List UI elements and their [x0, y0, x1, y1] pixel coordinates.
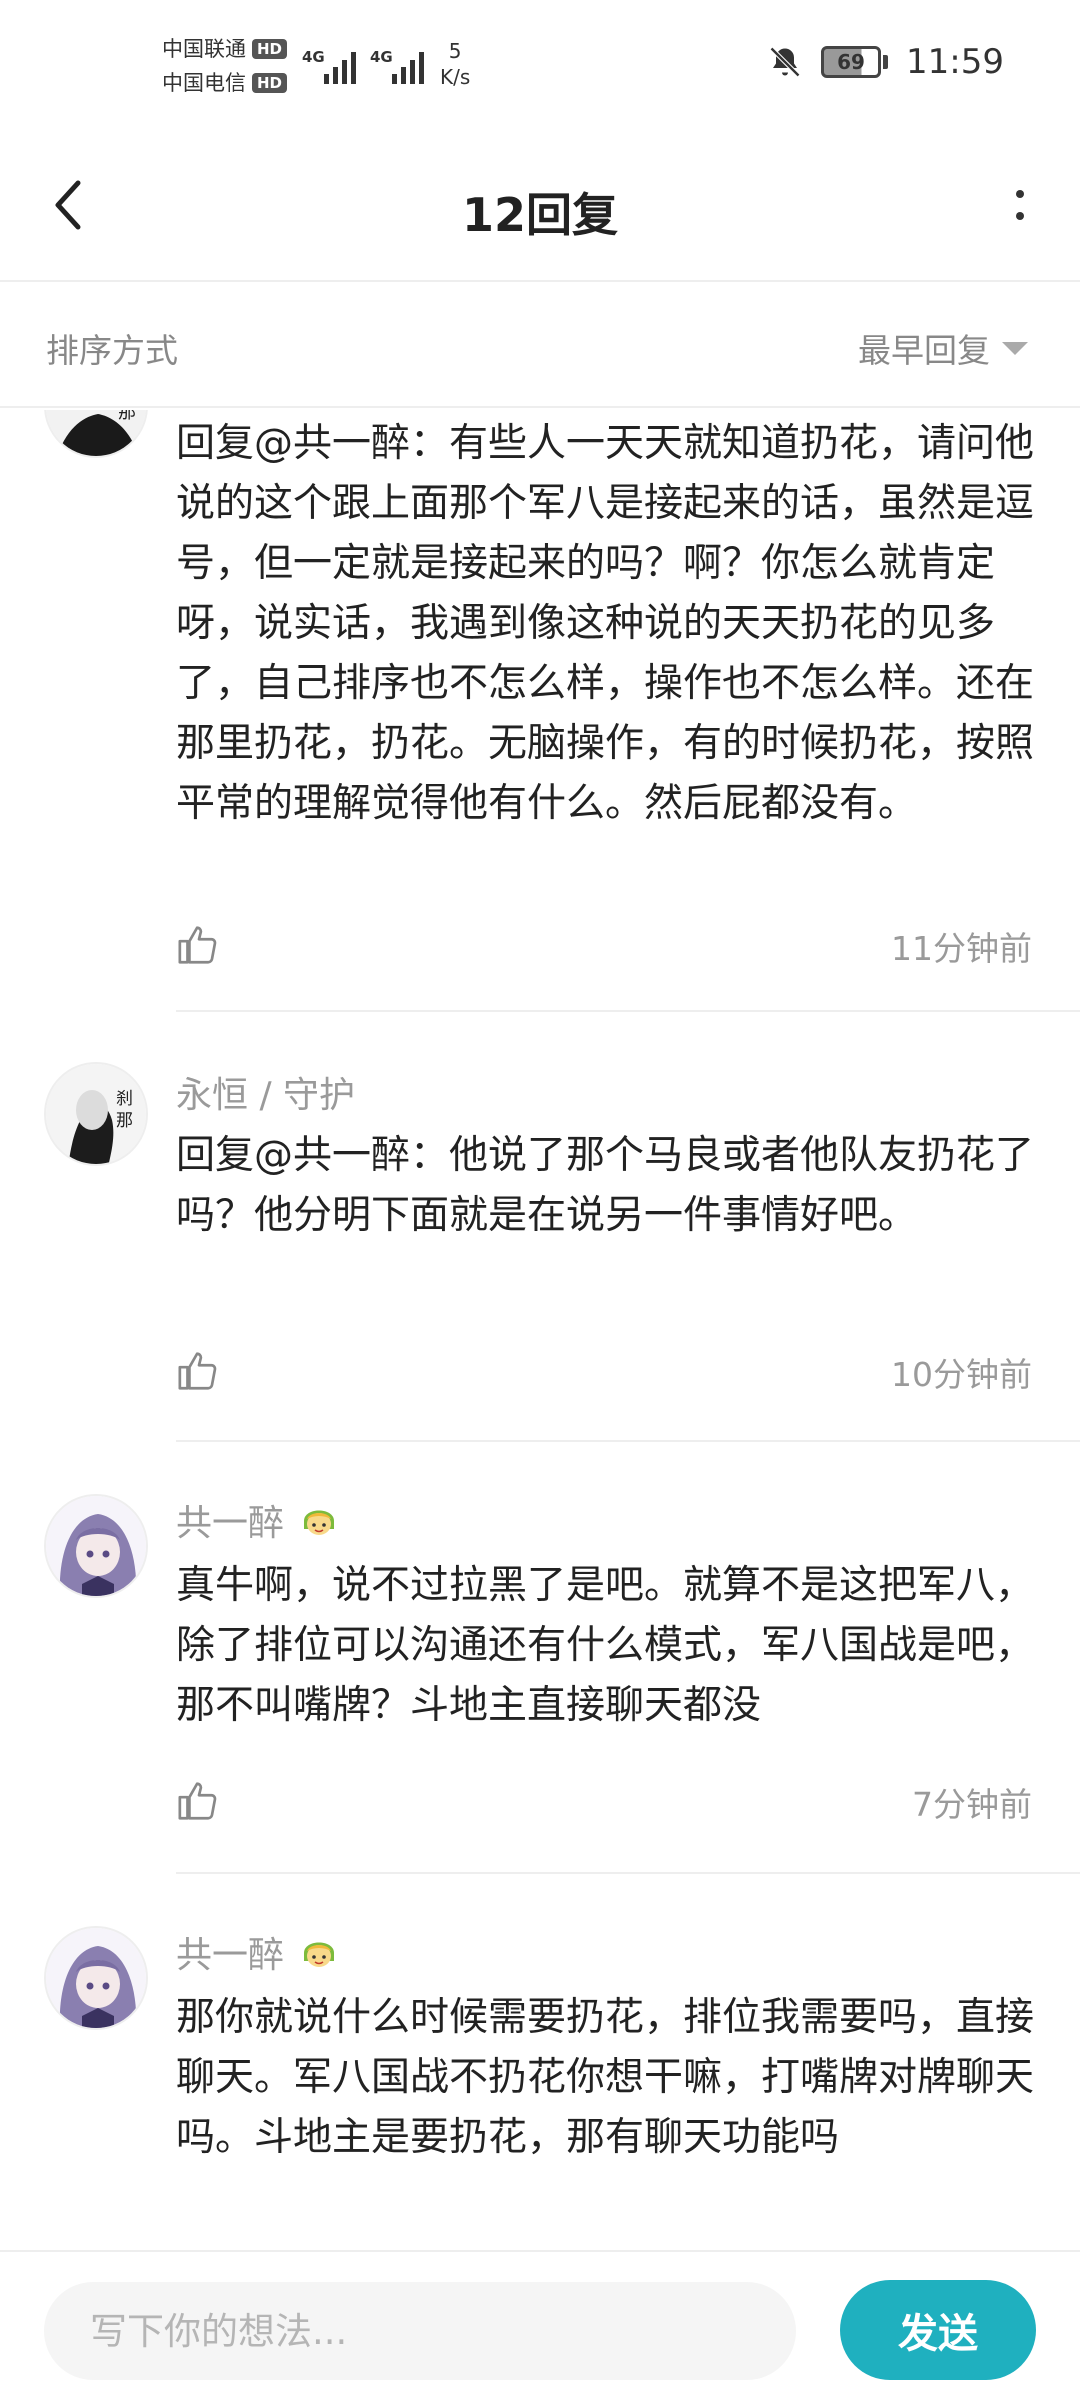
comment-item: 共一醉 那你就说什么时候需要扔花，排位我需要吗，直接聊天。军八国战不扔花你想干嘛… — [0, 1874, 1080, 2250]
comment-item: 共一醉 真牛啊，说不过拉黑了是吧。就算不是这把军八，除了排位可以沟通还有什么模式… — [0, 1442, 1080, 1874]
comment-list[interactable]: 刹 那 回复@共一醉：有些人一天天就知道扔花，请问他说的这个跟上面那个军八是接起… — [0, 410, 1080, 2250]
thumbs-up-icon[interactable] — [176, 1778, 222, 1824]
anime-girl-avatar[interactable] — [44, 1494, 148, 1598]
comment-time: 7分钟前 — [912, 1785, 1032, 1824]
more-vertical-icon — [1016, 190, 1024, 198]
network-type-2: 4G — [370, 48, 393, 66]
green-hood-emoji-icon — [304, 1942, 335, 1967]
page-title: 12回复 — [461, 188, 618, 242]
signal-1: 4G — [302, 44, 356, 84]
ink-portrait-avatar[interactable]: 刹 那 — [44, 410, 148, 458]
svg-text:刹: 刹 — [116, 1089, 133, 1109]
carrier-2: 中国电信 — [162, 71, 246, 95]
comment-username[interactable]: 永恒 / 守护 — [176, 1066, 355, 1118]
status-bar: 中国联通 HD 中国电信 HD 4G 4G 5 K/s 69 11:59 — [0, 0, 1080, 135]
signal-strength-icon: 4G 4G — [302, 44, 424, 84]
sort-selected: 最早回复 — [858, 331, 990, 370]
thumbs-up-icon[interactable] — [176, 922, 222, 968]
username-text: 共一醉 — [176, 1935, 285, 1976]
comment-time: 10分钟前 — [891, 1355, 1032, 1394]
hd-badge-icon: HD — [252, 39, 288, 59]
battery-level: 69 — [821, 46, 882, 78]
net-speed-unit: K/s — [440, 65, 471, 89]
comment-username[interactable]: 共一醉 — [176, 1926, 340, 1978]
clock: 11:59 — [906, 42, 1004, 82]
comment-input[interactable] — [44, 2282, 796, 2380]
carrier-info: 中国联通 HD 中国电信 HD — [162, 32, 288, 100]
caret-down-icon — [1002, 341, 1028, 355]
comment-text: 回复@共一醉：他说了那个马良或者他队友扔花了吗？他分明下面就是在说另一件事情好吧… — [176, 1133, 1035, 1238]
comment-item: 刹 那 永恒 / 守护 回复@共一醉：他说了那个马良或者他队友扔花了吗？他分明下… — [0, 1012, 1080, 1442]
signal-2: 4G — [370, 44, 424, 84]
ink-portrait-avatar[interactable]: 刹 那 — [44, 1062, 148, 1166]
net-speed: 5 K/s — [440, 38, 470, 90]
network-type-1: 4G — [302, 48, 325, 66]
status-right: 69 11:59 — [767, 42, 1004, 82]
comment-time: 11分钟前 — [891, 929, 1032, 968]
comment-text: 那你就说什么时候需要扔花，排位我需要吗，直接聊天。军八国战不扔花你想干嘛，打嘴牌… — [176, 1995, 1035, 2160]
comment-composer: 发送 — [0, 2250, 1080, 2400]
comment-username[interactable]: 共一醉 — [176, 1494, 340, 1546]
sort-label: 排序方式 — [46, 331, 178, 370]
carrier-1: 中国联通 — [162, 37, 246, 61]
battery-icon: 69 — [821, 46, 889, 78]
title-bar: 12回复 — [0, 135, 1080, 280]
anime-girl-avatar[interactable] — [44, 1926, 148, 2030]
net-speed-value: 5 — [448, 39, 462, 63]
svg-text:那: 那 — [118, 410, 136, 423]
username-text: 永恒 / 守护 — [176, 1075, 356, 1116]
comment-text: 真牛啊，说不过拉黑了是吧。就算不是这把军八，除了排位可以沟通还有什么模式，军八国… — [176, 1563, 1035, 1728]
more-options-button[interactable] — [990, 165, 1050, 245]
mute-bell-icon — [769, 46, 801, 78]
send-button[interactable]: 发送 — [840, 2280, 1036, 2380]
sort-bar: 排序方式 最早回复 — [0, 282, 1080, 408]
username-text: 共一醉 — [176, 1503, 285, 1544]
svg-text:那: 那 — [116, 1111, 133, 1131]
green-hood-emoji-icon — [304, 1510, 335, 1535]
sort-dropdown[interactable]: 最早回复 — [858, 324, 1028, 372]
thumbs-up-icon[interactable] — [176, 1348, 222, 1394]
comment-text: 回复@共一醉：有些人一天天就知道扔花，请问他说的这个跟上面那个军八是接起来的话，… — [176, 421, 1035, 826]
hd-badge-icon: HD — [252, 73, 288, 93]
comment-item: 刹 那 回复@共一醉：有些人一天天就知道扔花，请问他说的这个跟上面那个军八是接起… — [0, 410, 1080, 1030]
